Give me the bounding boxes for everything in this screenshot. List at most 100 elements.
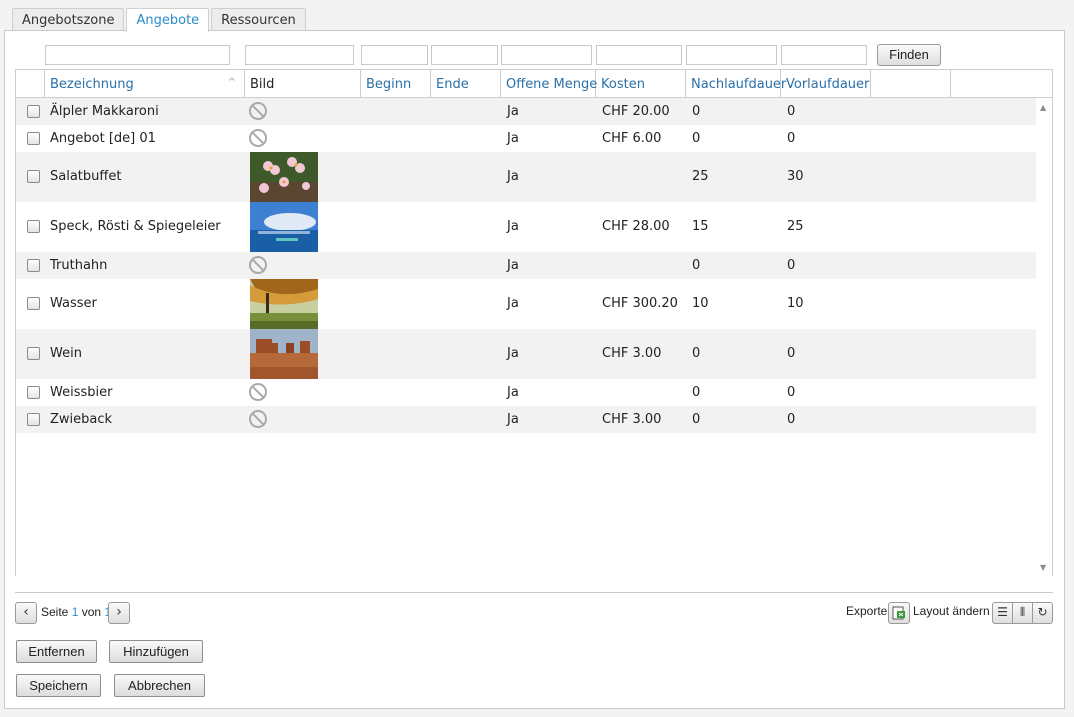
row-kosten: CHF 6.00 [602, 131, 662, 146]
row-kosten: CHF 3.00 [602, 346, 662, 361]
filter-bild-input[interactable] [245, 45, 354, 65]
scroll-down-icon[interactable]: ▼ [1040, 563, 1046, 572]
no-image-icon [249, 129, 267, 147]
divider [15, 592, 1053, 593]
table-row[interactable]: Salatbuffet Ja 25 30 [16, 152, 1037, 202]
row-kosten: CHF 300.20 [602, 296, 678, 311]
column-header-ende[interactable]: Ende [431, 70, 501, 97]
list-view-button[interactable]: ☰ [992, 602, 1013, 624]
row-checkbox[interactable] [27, 347, 40, 360]
tab-bar: Angebotszone Angebote Ressourcen [12, 8, 308, 32]
row-kosten: CHF 28.00 [602, 219, 670, 234]
select-all-column[interactable] [16, 70, 45, 97]
refresh-button[interactable]: ↻ [1033, 602, 1053, 624]
row-checkbox[interactable] [27, 259, 40, 272]
cancel-button[interactable]: Abbrechen [114, 674, 205, 697]
row-vorlaufdauer: 25 [787, 219, 804, 234]
export-excel-icon [892, 606, 905, 620]
row-nachlaufdauer: 0 [692, 258, 701, 273]
filter-bezeichnung-input[interactable] [45, 45, 230, 65]
column-header-nachlaufdauer[interactable]: Nachlaufdauer [686, 70, 786, 97]
table-row[interactable]: Speck, Rösti & Spiegeleier Ja CHF 28.00 15 2… [16, 202, 1037, 252]
row-bezeichnung: Älpler Makkaroni [50, 104, 159, 119]
row-nachlaufdauer: 25 [692, 169, 709, 184]
row-vorlaufdauer: 30 [787, 169, 804, 184]
table-row[interactable]: Wasser Ja CHF 300.20 10 10 [16, 279, 1037, 329]
scroll-up-icon[interactable]: ▲ [1040, 103, 1046, 112]
add-button[interactable]: Hinzufügen [109, 640, 203, 663]
next-page-button[interactable]: › [108, 602, 130, 624]
row-bezeichnung: Speck, Rösti & Spiegeleier [50, 219, 221, 234]
column-header-bild[interactable]: Bild [245, 70, 361, 97]
row-kosten: CHF 20.00 [602, 104, 670, 119]
row-vorlaufdauer: 0 [787, 131, 796, 146]
refresh-icon: ↻ [1037, 605, 1048, 619]
no-image-icon [249, 256, 267, 274]
column-header-offene-menge[interactable]: Offene Menge [501, 70, 597, 97]
table-row[interactable]: Zwieback Ja CHF 3.00 0 0 [16, 406, 1037, 433]
row-offene-menge: Ja [507, 346, 519, 361]
row-image-thumbnail[interactable] [250, 279, 318, 329]
row-image-thumbnail[interactable] [250, 152, 318, 202]
row-checkbox[interactable] [27, 170, 40, 183]
save-button[interactable]: Speichern [16, 674, 101, 697]
no-image-icon [249, 383, 267, 401]
export-button[interactable] [888, 602, 910, 624]
filter-vorlaufdauer-input[interactable] [781, 45, 867, 65]
filter-nachlaufdauer-input[interactable] [686, 45, 777, 65]
vertical-scrollbar[interactable]: ▲ ▼ [1036, 98, 1052, 576]
table-row[interactable]: Älpler Makkaroni Ja CHF 20.00 0 0 [16, 98, 1037, 125]
row-bezeichnung: Salatbuffet [50, 169, 122, 184]
row-image-thumbnail[interactable] [250, 329, 318, 379]
row-nachlaufdauer: 0 [692, 131, 701, 146]
row-kosten: CHF 3.00 [602, 412, 662, 427]
remove-button[interactable]: Entfernen [16, 640, 97, 663]
table-row[interactable]: Truthahn Ja 0 0 [16, 252, 1037, 279]
row-checkbox[interactable] [27, 132, 40, 145]
table-row[interactable]: Angebot [de] 01 Ja CHF 6.00 0 0 [16, 125, 1037, 152]
row-nachlaufdauer: 0 [692, 412, 701, 427]
tab-angebote[interactable]: Angebote [126, 8, 210, 32]
column-header-kosten[interactable]: Kosten [596, 70, 686, 97]
row-vorlaufdauer: 0 [787, 104, 796, 119]
tab-angebotszone[interactable]: Angebotszone [12, 8, 125, 31]
row-checkbox[interactable] [27, 220, 40, 233]
previous-page-button[interactable]: ‹ [15, 602, 37, 624]
content-panel: Finden Bezeichnung ^ Bild Beginn Ende Of… [4, 30, 1065, 709]
filter-offene-menge-input[interactable] [501, 45, 592, 65]
row-image-thumbnail[interactable] [250, 202, 318, 252]
row-offene-menge: Ja [507, 296, 519, 311]
row-bezeichnung: Weissbier [50, 385, 113, 400]
find-button[interactable]: Finden [877, 44, 941, 66]
row-checkbox[interactable] [27, 386, 40, 399]
column-view-button[interactable]: ⦀ [1013, 602, 1033, 624]
filter-kosten-input[interactable] [596, 45, 682, 65]
list-icon: ☰ [997, 605, 1008, 619]
layout-label: Layout ändern [913, 604, 990, 618]
no-image-icon [249, 102, 267, 120]
columns-icon: ⦀ [1019, 605, 1026, 619]
row-nachlaufdauer: 0 [692, 346, 701, 361]
of-label: von [81, 605, 102, 619]
column-header-bezeichnung[interactable]: Bezeichnung ^ [45, 70, 245, 97]
column-header-beginn[interactable]: Beginn [361, 70, 431, 97]
page-label: Seite [41, 605, 69, 619]
grid-body: Älpler Makkaroni Ja CHF 20.00 0 0 Angebot [de… [15, 98, 1053, 576]
row-checkbox[interactable] [27, 297, 40, 310]
column-header-vorlaufdauer[interactable]: Vorlaufdauer [781, 70, 871, 97]
row-checkbox[interactable] [27, 105, 40, 118]
row-vorlaufdauer: 0 [787, 385, 796, 400]
row-vorlaufdauer: 0 [787, 258, 796, 273]
grid-header: Bezeichnung ^ Bild Beginn Ende Offene Me… [15, 69, 1053, 98]
filter-ende-input[interactable] [431, 45, 498, 65]
table-row[interactable]: Wein Ja CHF 3.00 0 0 [16, 329, 1037, 379]
table-row[interactable]: Weissbier Ja 0 0 [16, 379, 1037, 406]
filter-beginn-input[interactable] [361, 45, 428, 65]
row-bezeichnung: Wasser [50, 296, 97, 311]
column-header-label: Bezeichnung [50, 77, 134, 92]
row-nachlaufdauer: 10 [692, 296, 709, 311]
row-nachlaufdauer: 15 [692, 219, 709, 234]
row-checkbox[interactable] [27, 413, 40, 426]
tab-ressourcen[interactable]: Ressourcen [211, 8, 306, 31]
row-offene-menge: Ja [507, 104, 519, 119]
